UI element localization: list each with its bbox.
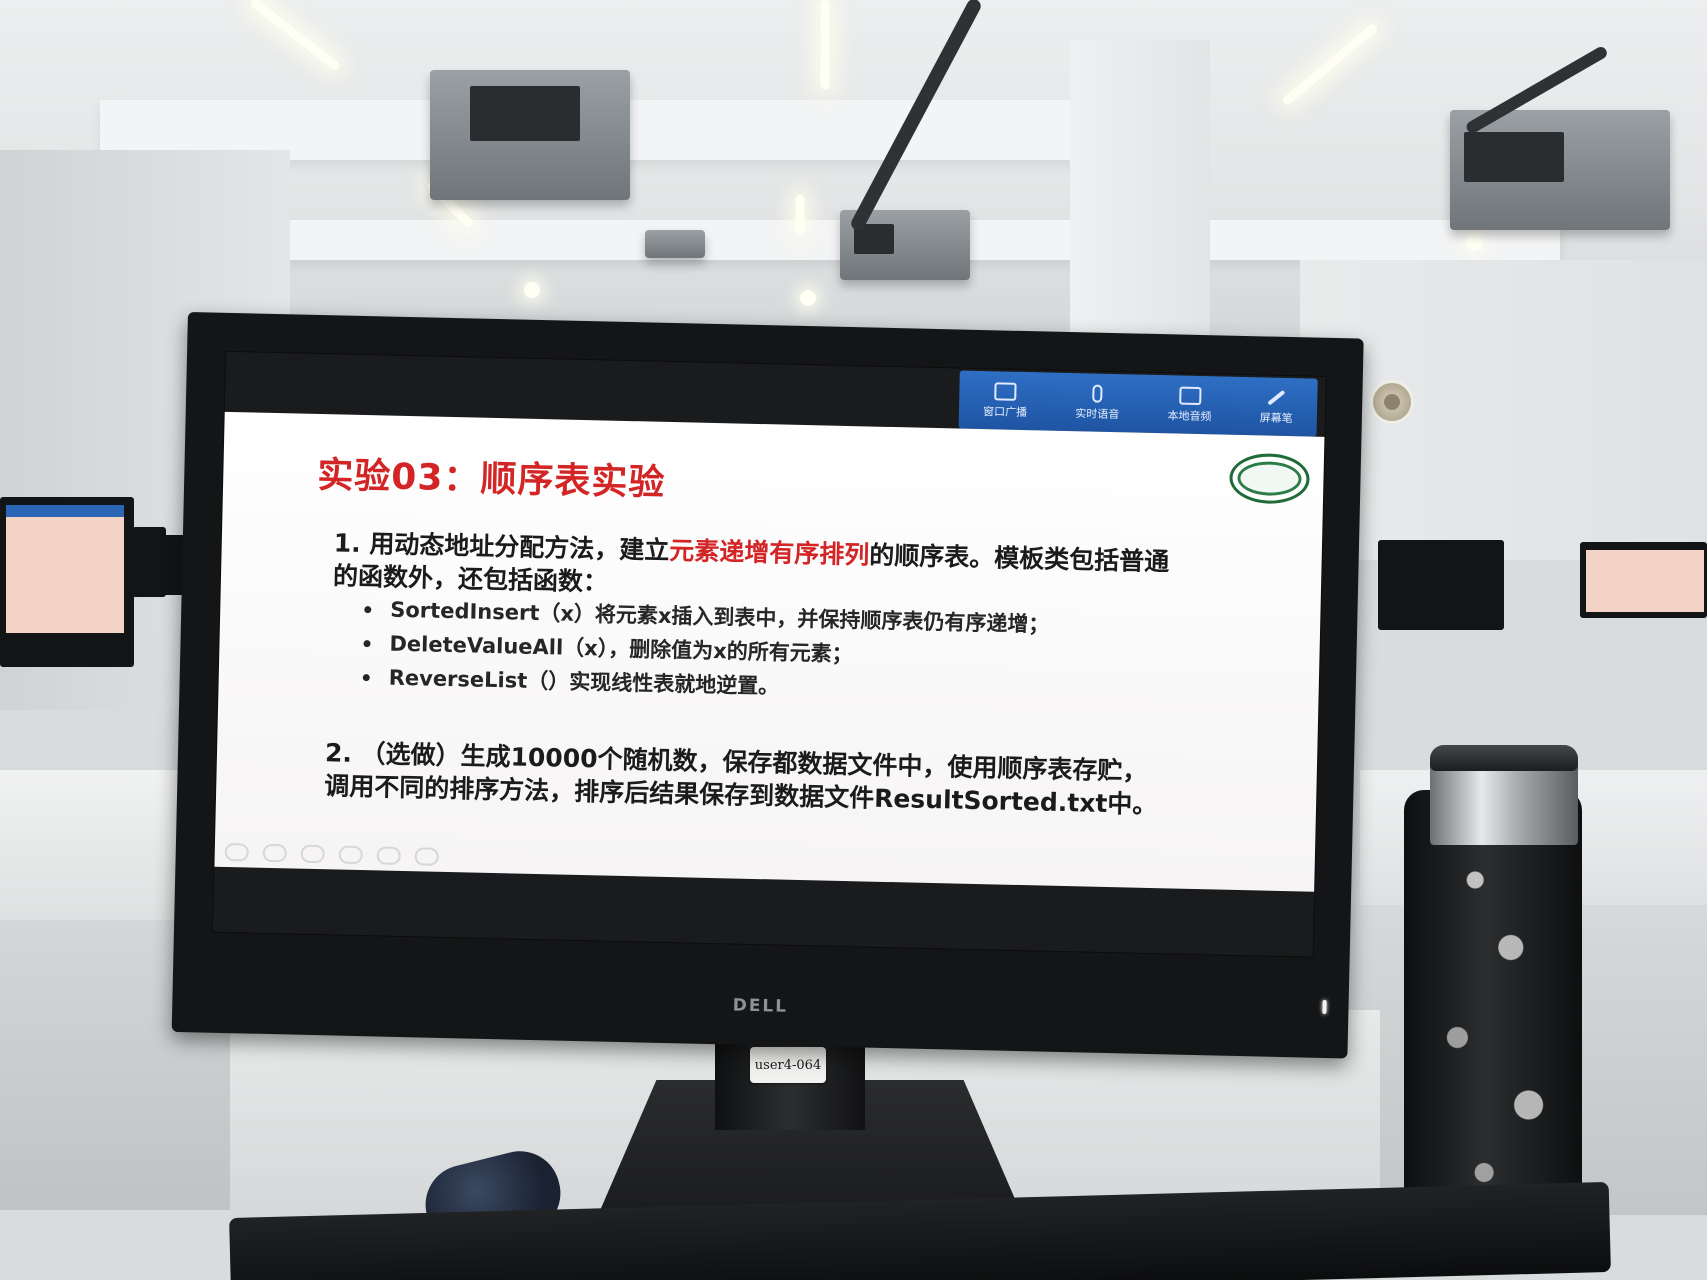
monitor: 窗口广播 实时语音 本地音频 屏幕笔 实验03：顺序表实验 1. 用动态地址分配… [171, 312, 1364, 1059]
toolbar-live-voice[interactable]: 实时语音 [1075, 384, 1120, 422]
slide-paragraph-2: 2. （选做）生成10000个随机数，保存都数据文件中，使用顺序表存贮， 调用不… [323, 738, 1158, 820]
broadcast-toolbar: 窗口广播 实时语音 本地音频 屏幕笔 [958, 370, 1318, 437]
toolbar-label: 本地音频 [1167, 408, 1212, 423]
monitor-screen: 窗口广播 实时语音 本地音频 屏幕笔 实验03：顺序表实验 1. 用动态地址分配… [211, 350, 1327, 958]
ceiling-projector [645, 230, 705, 258]
classroom-photo: user4-064 窗口广播 实时语音 本地音频 屏幕笔 实验03：顺序表实验 … [0, 0, 1707, 1280]
toolbar-label: 实时语音 [1075, 406, 1120, 421]
background-monitor [0, 497, 134, 667]
slide-nav-bar [224, 842, 439, 866]
university-logo-icon [1228, 452, 1311, 505]
toolbar-label: 屏幕笔 [1259, 410, 1293, 425]
toolbar-window-broadcast[interactable]: 窗口广播 [982, 381, 1028, 420]
toolbar-screen-pen[interactable]: 屏幕笔 [1260, 388, 1294, 426]
more-options-icon[interactable] [414, 847, 439, 866]
thermos-cap-top [1430, 745, 1578, 771]
wall-fan [1370, 380, 1414, 424]
screen-audio-icon [1178, 386, 1202, 405]
presentation-slide: 实验03：顺序表实验 1. 用动态地址分配方法，建立元素递增有序排列的顺序表。模… [214, 411, 1325, 892]
background-monitor [1580, 542, 1707, 618]
background-monitor [132, 527, 166, 597]
ceiling-ac-unit [430, 70, 630, 200]
ceiling-spotlight [800, 290, 816, 306]
window-icon [994, 381, 1017, 401]
microphone-icon [1092, 384, 1103, 403]
slide-title: 实验03：顺序表实验 [316, 454, 666, 504]
power-indicator [1322, 999, 1327, 1015]
desk [0, 770, 190, 930]
highlight-text: 元素递增有序排列 [668, 535, 870, 570]
next-slide-icon[interactable] [262, 843, 287, 863]
toolbar-label: 窗口广播 [982, 404, 1028, 419]
paragraph-text: 1. 用动态地址分配方法，建立 [333, 528, 670, 565]
ceiling-light [795, 194, 805, 235]
ceiling-spotlight [524, 282, 540, 298]
thermos-bottle [1404, 790, 1582, 1240]
ceiling-ac-unit [1450, 110, 1670, 230]
background-monitor [1378, 540, 1504, 630]
function-list: SortedInsert（x）将元素x插入到表中，并保持顺序表仍有序递增； De… [358, 595, 1180, 716]
pen-icon [1267, 389, 1286, 406]
pen-tool-icon[interactable] [300, 844, 325, 864]
prev-slide-icon[interactable] [224, 842, 249, 862]
ceiling-light [820, 0, 830, 90]
toolbar-local-audio[interactable]: 本地音频 [1167, 386, 1212, 424]
monitor-brand-logo: DELL [732, 995, 789, 1017]
monitor-label: user4-064 [750, 1047, 826, 1083]
ceiling-spotlight [1466, 234, 1482, 250]
zoom-icon[interactable] [376, 846, 401, 865]
slides-overview-icon[interactable] [338, 845, 363, 865]
